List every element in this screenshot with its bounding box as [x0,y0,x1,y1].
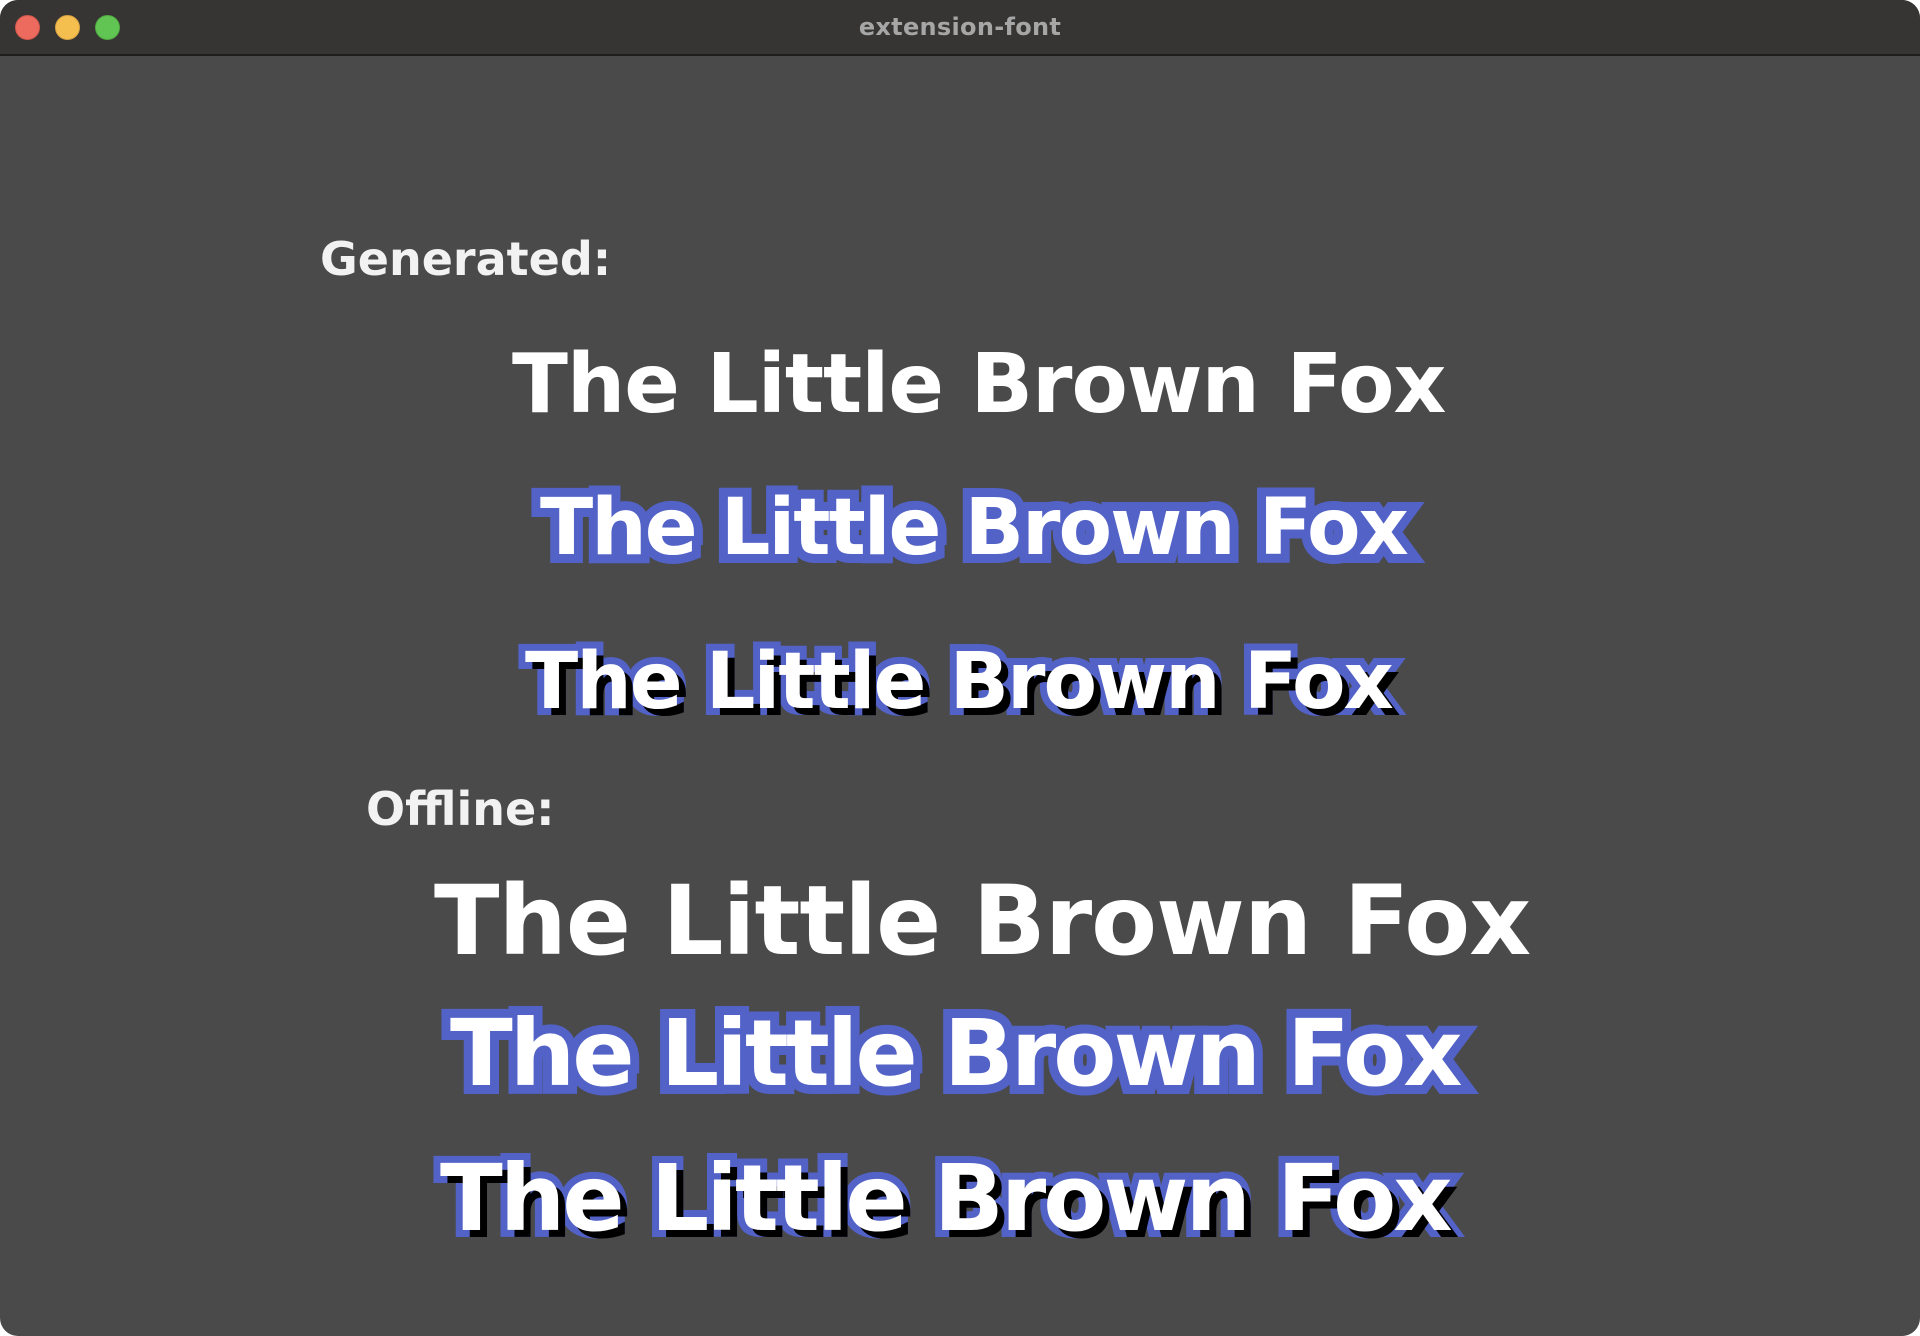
offline-sample-outline-shadow: The Little Brown Fox [433,1138,1460,1259]
offline-sample-outline: The Little Brown Fox [441,991,1472,1116]
content-area: Generated: The Little Brown Fox The Litt… [0,56,1920,1336]
generated-sample-plain: The Little Brown Fox [512,337,1446,432]
offline-sample-plain: The Little Brown Fox [434,865,1531,977]
generated-label: Generated: [320,232,612,286]
generated-sample-outline-shadow: The Little Brown Fox [518,630,1401,734]
window-title: extension-font [858,13,1062,41]
generated-sample-outline: The Little Brown Fox [531,474,1418,582]
app-window: extension-font Generated: The Little Bro… [0,0,1920,1336]
title-bar[interactable]: extension-font [0,0,1920,56]
offline-label: Offline: [366,782,555,836]
